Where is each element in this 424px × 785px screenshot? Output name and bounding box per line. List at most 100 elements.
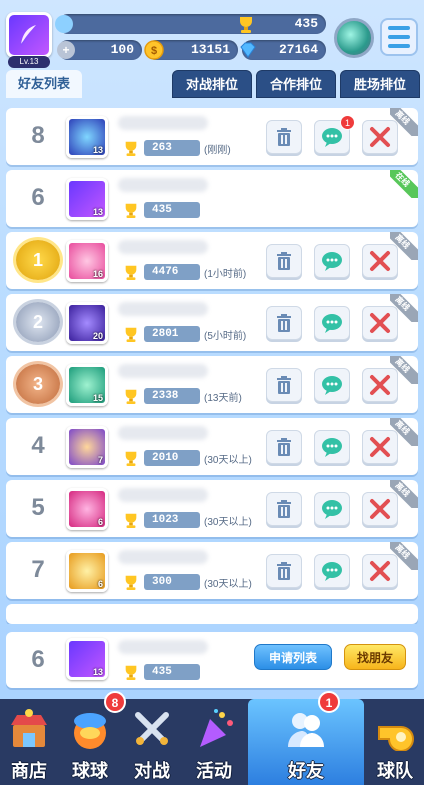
status-label: 离线 xyxy=(390,232,418,260)
last-online: (30天以上) xyxy=(204,517,252,528)
chat-button[interactable] xyxy=(314,430,350,464)
friend-name-blurred xyxy=(118,240,208,254)
apply-list-button[interactable]: 申请列表 xyxy=(254,644,332,670)
nav-battle[interactable]: 对战 xyxy=(122,699,182,785)
rank-medal-gold: 1 xyxy=(16,240,60,280)
menu-button[interactable] xyxy=(380,18,418,56)
trophy-count: 435 xyxy=(294,16,318,31)
gem-count: 27164 xyxy=(278,42,318,57)
friend-avatar[interactable]: 6 xyxy=(66,488,108,530)
status-ribbon: 离线 xyxy=(390,294,418,322)
tab-friend-list[interactable]: 好友列表 xyxy=(6,70,82,98)
chat-bubble-icon xyxy=(322,562,342,581)
nav-team[interactable]: 球队 xyxy=(366,699,424,785)
status-label: 离线 xyxy=(390,542,418,570)
friend-score: 300 xyxy=(144,574,200,590)
chat-bubble-icon xyxy=(322,314,342,333)
friend-avatar[interactable]: 7 xyxy=(66,426,108,468)
last-online: (30天以上) xyxy=(204,455,252,466)
rank-number: 6 xyxy=(31,184,45,211)
shop-icon xyxy=(11,709,47,747)
chat-button[interactable]: 1 xyxy=(314,115,355,154)
friend-score: 2010 xyxy=(144,450,200,466)
delete-friend-button[interactable] xyxy=(266,492,302,526)
last-online: (30天以上) xyxy=(204,579,252,590)
friend-score: 2338 xyxy=(144,388,200,404)
trophy-icon xyxy=(125,575,137,590)
friend-row[interactable]: 3 15 2338 (13天前) 离线 xyxy=(6,356,418,413)
status-label: 离线 xyxy=(390,480,418,508)
delete-friend-button[interactable] xyxy=(266,244,302,278)
menu-line xyxy=(388,44,410,48)
trash-icon xyxy=(277,562,291,580)
crossed-swords-icon xyxy=(370,375,390,395)
friend-row[interactable]: 1 16 4476 (1小时前) 离线 xyxy=(6,232,418,289)
coin-icon[interactable]: $ xyxy=(144,40,164,60)
friend-row[interactable]: 8 13 263 (刚刚) 1 离线 xyxy=(6,108,418,165)
nav-events[interactable]: 活动 xyxy=(184,699,244,785)
crossed-swords-icon xyxy=(370,499,390,519)
rank-number: 5 xyxy=(31,494,45,521)
self-avatar[interactable]: 13 xyxy=(66,638,108,680)
chat-badge: 1 xyxy=(340,115,355,130)
nav-balls[interactable]: 8 球球 xyxy=(60,691,126,785)
friend-avatar[interactable]: 13 xyxy=(66,178,108,220)
delete-friend-button[interactable] xyxy=(266,306,302,340)
ball-icon xyxy=(74,713,106,749)
nav-shop[interactable]: 商店 xyxy=(0,699,58,785)
self-rank-number: 6 xyxy=(31,646,45,673)
friend-row[interactable]: 7 6 300 (30天以上) 离线 xyxy=(6,542,418,599)
friend-row-partial[interactable] xyxy=(6,604,418,624)
rank-emblem-icon[interactable] xyxy=(334,18,374,58)
tab-battle-rank[interactable]: 对战排位 xyxy=(172,70,252,98)
nav-label: 活动 xyxy=(196,761,232,781)
status-ribbon: 离线 xyxy=(390,542,418,570)
friend-avatar[interactable]: 20 xyxy=(66,302,108,344)
friend-score: 2801 xyxy=(144,326,200,342)
friend-name-blurred xyxy=(118,426,208,440)
chat-button[interactable] xyxy=(314,492,350,526)
player-avatar[interactable] xyxy=(6,12,52,58)
friend-level: 7 xyxy=(97,455,103,465)
friend-row[interactable]: 5 6 1023 (30天以上) 离线 xyxy=(6,480,418,537)
trophy-icon xyxy=(125,451,137,466)
friend-avatar[interactable]: 16 xyxy=(66,240,108,282)
delete-friend-button[interactable] xyxy=(266,120,302,154)
trash-icon xyxy=(277,376,291,394)
svg-text:+: + xyxy=(62,43,69,57)
chat-button[interactable] xyxy=(314,244,350,278)
nav-label: 商店 xyxy=(11,761,47,781)
chat-button[interactable] xyxy=(314,368,350,402)
diamond-icon[interactable] xyxy=(238,40,258,60)
rank-number: 7 xyxy=(31,556,45,583)
chat-bubble-icon xyxy=(322,500,342,519)
delete-friend-button[interactable] xyxy=(266,430,302,464)
friend-row[interactable]: 2 20 2801 (5小时前) 离线 xyxy=(6,294,418,351)
friends-icon xyxy=(288,713,324,747)
friend-avatar[interactable]: 13 xyxy=(66,116,108,158)
friend-avatar[interactable]: 15 xyxy=(66,364,108,406)
friend-list[interactable]: 8 13 263 (刚刚) 1 离线 6 13 435 在线 1 16 4476… xyxy=(6,104,418,624)
chat-button[interactable] xyxy=(314,306,350,340)
chat-bubble-icon xyxy=(322,128,342,147)
friend-avatar[interactable]: 6 xyxy=(66,550,108,592)
delete-friend-button[interactable] xyxy=(266,368,302,402)
friend-level: 15 xyxy=(92,393,103,403)
find-friend-button[interactable]: 找朋友 xyxy=(344,644,406,670)
friend-score: 263 xyxy=(144,140,200,156)
nav-friends[interactable]: 1 好友 xyxy=(248,691,364,785)
friend-row[interactable]: 4 7 2010 (30天以上) 离线 xyxy=(6,418,418,475)
friend-row[interactable]: 6 13 435 在线 xyxy=(6,170,418,227)
self-level: 13 xyxy=(92,667,103,677)
chat-button[interactable] xyxy=(314,554,350,588)
status-label: 离线 xyxy=(390,108,418,136)
tab-coop-rank[interactable]: 合作排位 xyxy=(256,70,336,98)
chat-bubble-icon xyxy=(322,376,342,395)
whistle-icon xyxy=(378,726,414,751)
delete-friend-button[interactable] xyxy=(266,554,302,588)
tab-wins-rank[interactable]: 胜场排位 xyxy=(340,70,420,98)
friend-name-blurred xyxy=(118,550,208,564)
add-gold-icon[interactable]: + xyxy=(56,40,76,60)
status-label: 离线 xyxy=(390,356,418,384)
player-level: Lv.13 xyxy=(8,56,50,68)
